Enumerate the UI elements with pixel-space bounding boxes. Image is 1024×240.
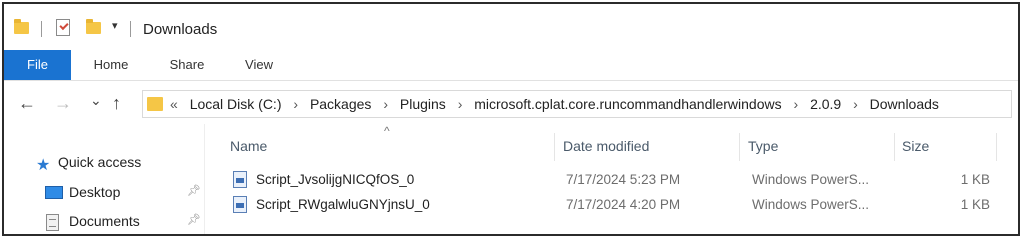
window-title: Downloads bbox=[143, 21, 218, 38]
column-header-size[interactable]: Size bbox=[902, 133, 929, 159]
desktop-icon bbox=[45, 186, 63, 199]
file-type: Windows PowerS... bbox=[752, 172, 870, 187]
file-name[interactable]: Script_RWgalwluGNYjnsU_0 bbox=[256, 193, 430, 217]
chevron-right-icon[interactable]: › bbox=[293, 96, 298, 112]
table-row[interactable]: Script_RWgalwluGNYjnsU_0 7/17/2024 4:20 … bbox=[226, 193, 1006, 217]
file-type: Windows PowerS... bbox=[752, 197, 870, 212]
file-date-modified: 7/17/2024 5:23 PM bbox=[566, 172, 681, 187]
file-size: 1 KB bbox=[960, 172, 990, 187]
up-arrow-icon[interactable]: ↑ bbox=[112, 93, 121, 113]
breadcrumb: « Local Disk (C:) › Packages › Plugins ›… bbox=[170, 91, 939, 117]
breadcrumb-packages[interactable]: Packages bbox=[310, 96, 371, 112]
tab-home[interactable]: Home bbox=[81, 50, 141, 80]
tab-share[interactable]: Share bbox=[156, 50, 218, 80]
folder-icon[interactable] bbox=[14, 19, 29, 34]
column-divider[interactable] bbox=[894, 133, 895, 161]
address-bar[interactable]: « Local Disk (C:) › Packages › Plugins ›… bbox=[142, 90, 1012, 118]
chevron-right-icon[interactable]: › bbox=[794, 96, 799, 112]
pin-icon[interactable]: 📌︎ bbox=[187, 184, 201, 197]
ribbon-tabs: File Home Share View bbox=[4, 50, 1018, 81]
back-arrow-icon[interactable]: ← bbox=[18, 93, 36, 113]
sidebar-item-documents[interactable]: Documents bbox=[69, 210, 140, 232]
chevron-right-icon[interactable]: › bbox=[853, 96, 858, 112]
powershell-script-icon bbox=[233, 196, 247, 213]
file-date-modified: 7/17/2024 4:20 PM bbox=[566, 197, 681, 212]
tab-view[interactable]: View bbox=[232, 50, 286, 80]
column-header-name[interactable]: Name bbox=[230, 133, 267, 159]
toolbar-divider bbox=[41, 21, 42, 37]
toolbar-divider bbox=[130, 21, 131, 37]
properties-icon[interactable] bbox=[56, 19, 70, 36]
breadcrumb-local-disk[interactable]: Local Disk (C:) bbox=[190, 96, 282, 112]
breadcrumb-runcommandhandler[interactable]: microsoft.cplat.core.runcommandhandlerwi… bbox=[474, 96, 781, 112]
explorer-window: ▾ Downloads File Home Share View ← → ⌄ ↑… bbox=[2, 2, 1020, 236]
star-icon: ★ bbox=[36, 157, 51, 174]
forward-arrow-icon[interactable]: → bbox=[54, 93, 72, 113]
sort-ascending-icon: ^ bbox=[384, 124, 390, 138]
column-header-type[interactable]: Type bbox=[748, 133, 778, 159]
breadcrumb-downloads[interactable]: Downloads bbox=[870, 96, 939, 112]
table-row[interactable]: Script_JvsolijgNICQfOS_0 7/17/2024 5:23 … bbox=[226, 168, 1006, 192]
navigation-row: ← → ⌄ ↑ « Local Disk (C:) › Packages › P… bbox=[4, 88, 1018, 120]
recent-locations-chevron-icon[interactable]: ⌄ bbox=[90, 90, 102, 110]
new-folder-icon[interactable] bbox=[86, 19, 101, 34]
sidebar-item-quick-access[interactable]: Quick access bbox=[58, 151, 141, 173]
powershell-script-icon bbox=[233, 171, 247, 188]
sidebar-item-desktop[interactable]: Desktop bbox=[69, 181, 120, 203]
breadcrumb-version[interactable]: 2.0.9 bbox=[810, 96, 841, 112]
column-divider[interactable] bbox=[554, 133, 555, 161]
column-header-date-modified[interactable]: Date modified bbox=[563, 133, 649, 159]
customize-toolbar-chevron-icon[interactable]: ▾ bbox=[112, 19, 118, 32]
column-divider[interactable] bbox=[996, 133, 997, 161]
column-divider[interactable] bbox=[739, 133, 740, 161]
pin-icon[interactable]: 📌︎ bbox=[187, 213, 201, 226]
file-size: 1 KB bbox=[960, 197, 990, 212]
chevron-right-icon[interactable]: › bbox=[383, 96, 388, 112]
file-name[interactable]: Script_JvsolijgNICQfOS_0 bbox=[256, 168, 414, 192]
folder-icon bbox=[147, 97, 163, 111]
title-bar: ▾ Downloads bbox=[4, 4, 1018, 48]
documents-icon bbox=[46, 214, 59, 231]
tab-file[interactable]: File bbox=[4, 50, 71, 80]
breadcrumb-plugins[interactable]: Plugins bbox=[400, 96, 446, 112]
breadcrumb-overflow-icon[interactable]: « bbox=[170, 96, 178, 112]
chevron-right-icon[interactable]: › bbox=[458, 96, 463, 112]
